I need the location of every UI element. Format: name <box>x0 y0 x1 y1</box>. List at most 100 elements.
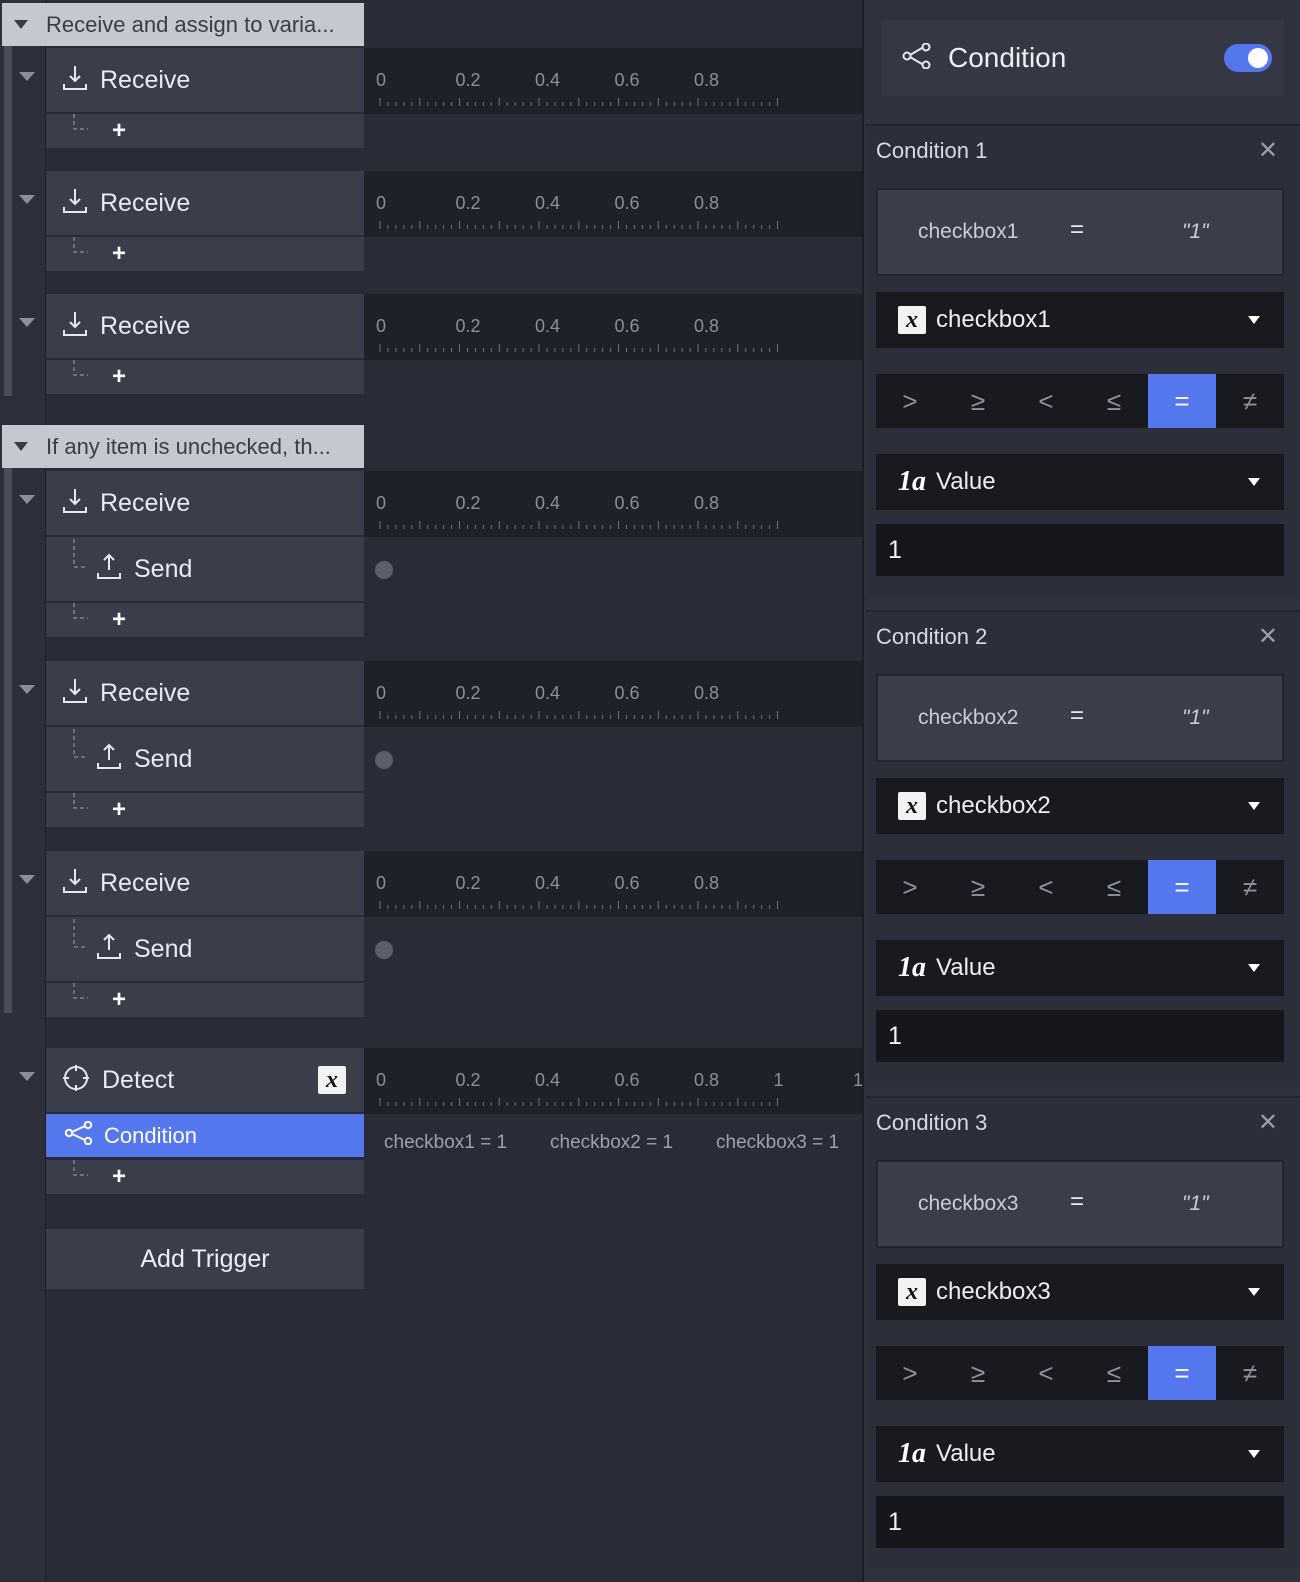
ruler-tick-label: 0.2 <box>455 873 481 893</box>
value-type-dropdown[interactable]: 1a Value <box>876 940 1284 996</box>
receive-block[interactable]: Receive <box>46 471 364 535</box>
operator-button[interactable]: > <box>876 860 944 914</box>
ruler-tick-label: 0.8 <box>694 1070 720 1090</box>
operator-button[interactable]: ≤ <box>1080 860 1148 914</box>
ruler-tick-label: 0.6 <box>614 493 640 513</box>
variable-dropdown[interactable]: x checkbox2 <box>876 778 1284 834</box>
operator-button[interactable]: = <box>1148 860 1216 914</box>
variable-selected: checkbox2 <box>936 792 1051 819</box>
ruler-tick-label: 0.8 <box>694 316 720 336</box>
expand-arrow-icon[interactable] <box>19 875 35 884</box>
time-ruler: 0 0.2 0.4 0.6 0.8 <box>364 294 862 360</box>
tree-connector-icon <box>72 236 92 272</box>
operator-button[interactable]: > <box>876 374 944 428</box>
summary-value: "1" <box>1182 220 1209 243</box>
receive-icon <box>62 867 88 900</box>
value-input[interactable] <box>876 1496 1284 1548</box>
add-action-button[interactable]: + <box>46 359 364 394</box>
variable-icon: x <box>898 792 926 820</box>
condition-section: Condition 1 ✕ checkbox1 = "1" x checkbox1 > ≥ < ≤ =… <box>866 124 1300 596</box>
receive-block[interactable]: Receive <box>46 851 364 915</box>
ruler-tick-label: 0.4 <box>535 316 561 336</box>
operator-button[interactable]: ≥ <box>944 374 1012 428</box>
send-block[interactable]: Send <box>46 537 364 601</box>
operator-button[interactable]: ≠ <box>1216 374 1284 428</box>
operator-button[interactable]: < <box>1012 860 1080 914</box>
group-header[interactable]: If any item is unchecked, th... <box>2 425 364 468</box>
condition-title: Condition 1 <box>876 138 988 163</box>
ruler-tick-label: 0 <box>376 1070 387 1090</box>
receive-block[interactable]: Receive <box>46 171 364 235</box>
expand-arrow-icon[interactable] <box>19 1072 35 1081</box>
close-icon[interactable]: ✕ <box>1258 622 1278 651</box>
group-header[interactable]: Receive and assign to varia... <box>2 3 364 46</box>
value-type-dropdown[interactable]: 1a Value <box>876 454 1284 510</box>
block-label: Send <box>134 934 193 963</box>
operator-button[interactable]: < <box>1012 1346 1080 1400</box>
close-icon[interactable]: ✕ <box>1258 136 1278 165</box>
send-marker[interactable] <box>375 751 393 769</box>
value-input[interactable] <box>876 524 1284 576</box>
variable-icon[interactable]: x <box>318 1066 346 1094</box>
add-action-button[interactable]: + <box>46 982 364 1017</box>
ruler-tick-label: 0.4 <box>535 1070 561 1090</box>
send-marker[interactable] <box>375 561 393 579</box>
expand-arrow-icon[interactable] <box>19 195 35 204</box>
add-action-button[interactable]: + <box>46 792 364 828</box>
operator-button[interactable]: ≠ <box>1216 860 1284 914</box>
operator-button[interactable]: > <box>876 1346 944 1400</box>
variable-dropdown[interactable]: x checkbox1 <box>876 292 1284 348</box>
section-bar <box>4 46 12 396</box>
block-label: Receive <box>100 65 191 94</box>
expand-arrow-icon[interactable] <box>19 72 35 81</box>
collapse-arrow-icon[interactable] <box>14 442 28 451</box>
condition-title: Condition 3 <box>876 1110 988 1135</box>
close-icon[interactable]: ✕ <box>1258 1108 1278 1137</box>
operator-button[interactable]: = <box>1148 1346 1216 1400</box>
operator-button[interactable]: = <box>1148 374 1216 428</box>
ruler-tick-label: 0.4 <box>535 873 561 893</box>
block-label: Receive <box>100 188 191 217</box>
send-block[interactable]: Send <box>46 917 364 981</box>
value-input[interactable] <box>876 1010 1284 1062</box>
detect-block[interactable]: Detect x <box>46 1048 364 1112</box>
add-action-button[interactable]: + <box>46 236 364 272</box>
receive-block[interactable]: Receive <box>46 294 364 358</box>
send-block[interactable]: Send <box>46 727 364 791</box>
operator-button[interactable]: ≥ <box>944 1346 1012 1400</box>
variable-dropdown[interactable]: x checkbox3 <box>876 1264 1284 1320</box>
tree-connector-icon <box>72 918 92 980</box>
condition-block[interactable]: Condition <box>46 1114 364 1157</box>
value-type-selected: Value <box>936 954 996 981</box>
add-trigger-button[interactable]: Add Trigger <box>46 1229 364 1289</box>
tree-connector-icon <box>72 602 92 638</box>
plus-icon: + <box>112 240 127 267</box>
tree-connector-icon <box>72 792 92 828</box>
expand-arrow-icon[interactable] <box>19 318 35 327</box>
plus-icon: + <box>112 363 127 390</box>
operator-button[interactable]: < <box>1012 374 1080 428</box>
send-marker[interactable] <box>375 941 393 959</box>
variable-icon: x <box>898 306 926 334</box>
value-type-dropdown[interactable]: 1a Value <box>876 1426 1284 1482</box>
add-action-button[interactable]: + <box>46 113 364 148</box>
value-type-selected: Value <box>936 1440 996 1467</box>
add-action-button[interactable]: + <box>46 1159 364 1194</box>
operator-button[interactable]: ≤ <box>1080 1346 1148 1400</box>
condition-title: Condition 2 <box>876 624 988 649</box>
operator-button[interactable]: ≠ <box>1216 1346 1284 1400</box>
operator-button[interactable]: ≤ <box>1080 374 1148 428</box>
condition-output-label: checkbox1 = 1 <box>384 1132 508 1153</box>
collapse-arrow-icon[interactable] <box>14 20 28 29</box>
expand-arrow-icon[interactable] <box>19 685 35 694</box>
operator-button[interactable]: ≥ <box>944 860 1012 914</box>
condition-enabled-toggle[interactable] <box>1224 44 1272 72</box>
ruler-tick-label: 1 <box>853 1070 862 1090</box>
condition-output-label: checkbox3 = 1 <box>716 1132 840 1153</box>
expand-arrow-icon[interactable] <box>19 495 35 504</box>
receive-block[interactable]: Receive <box>46 48 364 112</box>
add-action-button[interactable]: + <box>46 602 364 638</box>
ruler-tick-label: 0 <box>376 70 387 90</box>
timeline-area: Receive and assign to varia... Receive 0 0.… <box>0 0 862 1582</box>
receive-block[interactable]: Receive <box>46 661 364 725</box>
